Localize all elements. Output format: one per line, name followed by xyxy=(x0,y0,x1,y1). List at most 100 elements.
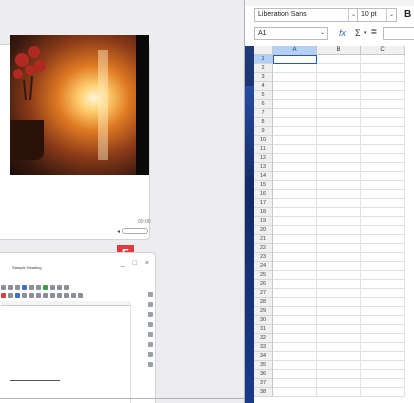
chevron-down-icon[interactable]: ⌄ xyxy=(386,9,396,21)
toolbar-icon[interactable] xyxy=(64,292,69,298)
close-button[interactable]: × xyxy=(145,260,149,267)
formula-icon[interactable]: = xyxy=(371,27,377,39)
column-header-b[interactable]: B xyxy=(317,46,361,55)
toolbar-icon[interactable] xyxy=(22,284,27,290)
grid-cell[interactable] xyxy=(317,172,361,181)
grid-cell[interactable] xyxy=(361,100,405,109)
row-header[interactable]: 20 xyxy=(254,226,273,235)
toolbar-icon[interactable] xyxy=(29,292,34,298)
grid-cell[interactable] xyxy=(273,271,317,280)
grid-cell[interactable] xyxy=(361,226,405,235)
grid-cell[interactable] xyxy=(273,388,317,397)
grid-cell[interactable] xyxy=(273,307,317,316)
bold-button[interactable]: B xyxy=(404,8,414,22)
toolbar-icon[interactable] xyxy=(36,292,41,298)
row-header[interactable]: 37 xyxy=(254,379,273,388)
toolbar-icon[interactable] xyxy=(50,284,55,290)
sidebar-icon[interactable] xyxy=(148,322,153,327)
row-header[interactable]: 21 xyxy=(254,235,273,244)
row-header[interactable]: 32 xyxy=(254,334,273,343)
grid-cell[interactable] xyxy=(317,388,361,397)
maximize-button[interactable]: □ xyxy=(133,260,137,267)
grid-cell[interactable] xyxy=(273,145,317,154)
grid-cell[interactable] xyxy=(361,280,405,289)
toolbar-icon[interactable] xyxy=(8,284,13,290)
row-header[interactable]: 28 xyxy=(254,298,273,307)
row-header[interactable]: 16 xyxy=(254,190,273,199)
sidebar-icon[interactable] xyxy=(148,332,153,337)
grid-cell[interactable] xyxy=(317,226,361,235)
row-header[interactable]: 29 xyxy=(254,307,273,316)
row-header[interactable]: 8 xyxy=(254,118,273,127)
sum-dropdown-icon[interactable]: ▾ xyxy=(364,27,367,40)
row-header[interactable]: 9 xyxy=(254,127,273,136)
seek-bar[interactable] xyxy=(122,228,148,234)
grid-cell[interactable] xyxy=(361,163,405,172)
grid-cell[interactable] xyxy=(317,73,361,82)
grid-cell[interactable] xyxy=(361,298,405,307)
row-header[interactable]: 36 xyxy=(254,370,273,379)
grid-cell[interactable] xyxy=(361,109,405,118)
grid-cell[interactable] xyxy=(317,343,361,352)
grid-cell[interactable] xyxy=(361,334,405,343)
grid-cell[interactable] xyxy=(361,235,405,244)
toolbar-icon[interactable] xyxy=(36,284,41,290)
grid-cell[interactable] xyxy=(273,163,317,172)
grid-cell[interactable] xyxy=(317,217,361,226)
grid-cell[interactable] xyxy=(361,199,405,208)
row-header[interactable]: 34 xyxy=(254,352,273,361)
grid-cell[interactable] xyxy=(361,244,405,253)
grid-cell[interactable] xyxy=(361,91,405,100)
grid-cell[interactable] xyxy=(317,316,361,325)
row-header[interactable]: 30 xyxy=(254,316,273,325)
grid-cell[interactable] xyxy=(317,280,361,289)
grid-cell[interactable] xyxy=(273,289,317,298)
grid-cell[interactable] xyxy=(361,73,405,82)
row-header[interactable]: 24 xyxy=(254,262,273,271)
grid-cell[interactable] xyxy=(273,208,317,217)
grid-cell[interactable] xyxy=(273,253,317,262)
row-header[interactable]: 14 xyxy=(254,172,273,181)
grid-cell[interactable] xyxy=(361,316,405,325)
sidebar-icon[interactable] xyxy=(148,302,153,307)
toolbar-icon[interactable] xyxy=(15,284,20,290)
font-name-select[interactable]: Liberation Sans ⌄ xyxy=(254,8,359,22)
sidebar-icon[interactable] xyxy=(148,342,153,347)
toolbar-icon[interactable] xyxy=(50,292,55,298)
grid-cell[interactable] xyxy=(361,55,405,64)
grid-cell[interactable] xyxy=(317,334,361,343)
grid-cell[interactable] xyxy=(317,91,361,100)
grid-cell[interactable] xyxy=(317,370,361,379)
grid-cell[interactable] xyxy=(361,82,405,91)
toolbar-icon[interactable] xyxy=(71,292,76,298)
sidebar-icon[interactable] xyxy=(148,292,153,297)
grid-cell[interactable] xyxy=(273,100,317,109)
volume-icon[interactable]: ◂ xyxy=(117,228,120,235)
grid-cell[interactable] xyxy=(317,379,361,388)
row-header[interactable]: 19 xyxy=(254,217,273,226)
row-header[interactable]: 1 xyxy=(254,55,273,64)
grid-cell[interactable] xyxy=(317,181,361,190)
row-header[interactable]: 27 xyxy=(254,289,273,298)
grid-cell[interactable] xyxy=(273,334,317,343)
grid-cell[interactable] xyxy=(273,235,317,244)
grid-cell[interactable] xyxy=(361,388,405,397)
grid-cell[interactable] xyxy=(273,199,317,208)
grid-cell[interactable] xyxy=(317,154,361,163)
grid-cell[interactable] xyxy=(273,154,317,163)
font-size-select[interactable]: 10 pt ⌄ xyxy=(357,8,397,22)
row-header[interactable]: 7 xyxy=(254,109,273,118)
row-header[interactable]: 25 xyxy=(254,271,273,280)
grid-cell[interactable] xyxy=(361,217,405,226)
grid-cell[interactable] xyxy=(273,181,317,190)
grid-cell[interactable] xyxy=(317,190,361,199)
sidebar-icon[interactable] xyxy=(148,352,153,357)
grid-cell[interactable] xyxy=(361,190,405,199)
name-box[interactable]: A1 ⌄ xyxy=(254,27,328,40)
grid-cell[interactable] xyxy=(273,298,317,307)
calc-window[interactable]: Liberation Sans ⌄ 10 pt ⌄ B A1 ⌄ fx Σ ▾ … xyxy=(244,0,414,403)
grid-cell[interactable] xyxy=(317,64,361,73)
sidebar-icon[interactable] xyxy=(148,362,153,367)
grid-cell[interactable] xyxy=(273,280,317,289)
sum-icon[interactable]: Σ xyxy=(355,27,361,40)
